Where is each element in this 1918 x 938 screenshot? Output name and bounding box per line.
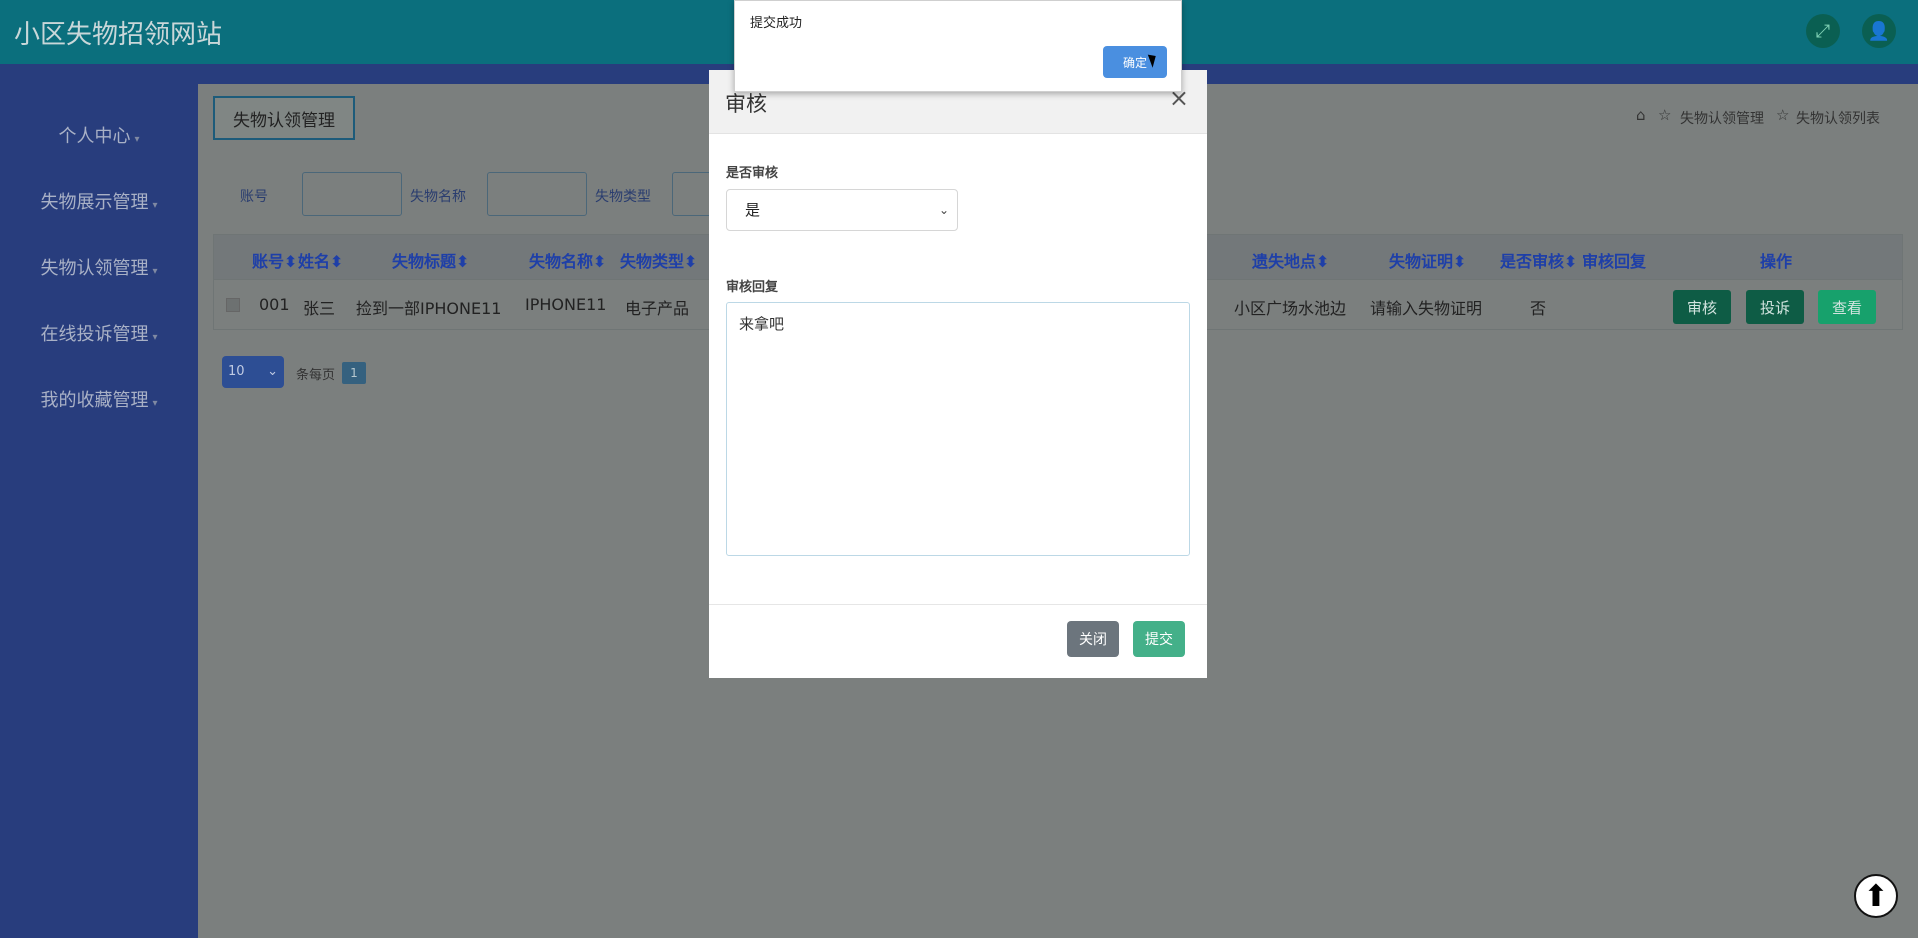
item-type-filter-label: 失物类型 [595, 189, 651, 205]
user-icon[interactable]: 👤 [1862, 14, 1896, 48]
submit-button[interactable]: 提交 [1133, 621, 1185, 657]
star-icon: ☆ [1776, 106, 1790, 124]
cell-name: 张三 [303, 299, 336, 318]
sidebar-item-label: 我的收藏管理 [40, 390, 149, 411]
column-header-actions: 操作 [1760, 252, 1793, 271]
column-header-reply: 审核回复 [1582, 252, 1647, 271]
caret-down-icon: ▾ [152, 266, 158, 277]
chevron-down-icon: ⌄ [267, 364, 278, 379]
caret-down-icon: ▾ [152, 398, 158, 409]
reply-textarea[interactable]: 来拿吧 [726, 302, 1190, 556]
sidebar-item-lost-display[interactable]: 失物展示管理 ▾ [0, 188, 198, 214]
sidebar-item-complaint[interactable]: 在线投诉管理 ▾ [0, 320, 198, 346]
sidebar-item-label: 失物认领管理 [40, 258, 149, 279]
star-icon: ☆ [1658, 106, 1672, 124]
view-button[interactable]: 查看 [1818, 290, 1877, 324]
item-name-filter-label: 失物名称 [410, 189, 466, 205]
breadcrumb-item: 失物认领列表 [1796, 111, 1880, 127]
back-to-top-icon[interactable]: ⬆ [1854, 874, 1898, 918]
caret-down-icon: ▾ [152, 332, 158, 343]
sidebar-item-label: 在线投诉管理 [40, 324, 149, 345]
caret-down-icon: ▾ [152, 200, 158, 211]
app-title: 小区失物招领网站 [14, 20, 223, 50]
modal-title: 审核 [725, 92, 767, 116]
complain-button[interactable]: 投诉 [1746, 290, 1805, 324]
column-header-proof[interactable]: 失物证明⬍ [1389, 248, 1466, 272]
review-label: 是否审核 [726, 166, 779, 181]
page-size-select[interactable]: 10 ⌄ [222, 356, 284, 388]
item-name-filter-input[interactable] [487, 172, 587, 216]
page-number[interactable]: 1 [342, 362, 366, 384]
cell-title: 捡到一部IPHONE11 [356, 299, 502, 318]
alert-dialog: 提交成功 确定 [734, 0, 1182, 92]
close-button[interactable]: 关闭 [1067, 621, 1119, 657]
column-header-title[interactable]: 失物标题⬍ [392, 248, 469, 272]
cell-location: 小区广场水池边 [1234, 299, 1347, 318]
review-select[interactable]: 是 ⌄ [726, 189, 958, 231]
sidebar-item-label: 个人中心 [58, 126, 131, 147]
fullscreen-icon[interactable]: ⤢ [1806, 14, 1840, 48]
column-header-item-type[interactable]: 失物类型⬍ [620, 248, 697, 272]
column-header-name[interactable]: 姓名⬍ [298, 248, 343, 272]
audit-button[interactable]: 审核 [1673, 290, 1732, 324]
modal-footer-divider [709, 604, 1207, 605]
page-title: 失物认领管理 [213, 96, 355, 140]
review-modal: 审核 × 是否审核 是 ⌄ 审核回复 来拿吧 关闭 提交 [709, 70, 1207, 678]
sidebar-item-label: 失物展示管理 [40, 192, 149, 213]
column-header-item-name[interactable]: 失物名称⬍ [529, 248, 606, 272]
row-checkbox[interactable] [226, 298, 240, 312]
breadcrumb-item[interactable]: 失物认领管理 [1680, 108, 1764, 128]
sidebar: 个人中心 ▾ 失物展示管理 ▾ 失物认领管理 ▾ 在线投诉管理 ▾ 我的收藏管理 ▾ [0, 84, 198, 938]
column-header-reviewed[interactable]: 是否审核⬍ [1500, 248, 1577, 272]
sidebar-item-favorites[interactable]: 我的收藏管理 ▾ [0, 386, 198, 412]
cell-item-name: IPHONE11 [525, 295, 607, 314]
cell-account: 001 [259, 295, 290, 314]
account-filter-label: 账号 [240, 189, 268, 205]
sidebar-item-lost-claim[interactable]: 失物认领管理 ▾ [0, 254, 198, 280]
caret-down-icon: ▾ [134, 134, 140, 145]
item-type-filter-input[interactable] [672, 172, 712, 216]
page-size-label: 条每页 [296, 368, 336, 383]
chevron-down-icon: ⌄ [938, 203, 949, 217]
column-header-location[interactable]: 遗失地点⬍ [1252, 248, 1329, 272]
home-icon[interactable]: ⌂ [1636, 106, 1646, 124]
cell-item-type: 电子产品 [625, 299, 690, 318]
column-header-account[interactable]: 账号⬍ [252, 248, 297, 272]
cell-proof: 请输入失物证明 [1370, 299, 1483, 318]
reply-label: 审核回复 [726, 280, 779, 295]
cell-reviewed: 否 [1530, 299, 1547, 318]
account-filter-input[interactable] [302, 172, 402, 216]
alert-message: 提交成功 [750, 16, 803, 31]
sidebar-item-personal-center[interactable]: 个人中心 ▾ [0, 122, 198, 148]
